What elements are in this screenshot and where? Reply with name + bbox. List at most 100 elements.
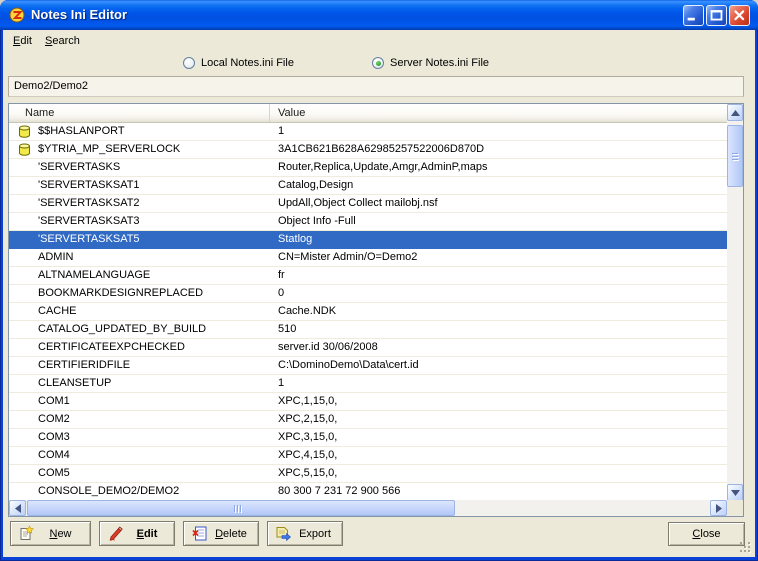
row-value-text: Cache.NDK — [270, 303, 727, 320]
table-row[interactable]: 'SERVERTASKSAT1 Catalog,Design — [9, 177, 727, 195]
column-header-name[interactable]: Name — [9, 104, 270, 122]
scroll-right-arrow-icon[interactable] — [710, 500, 727, 516]
export-button[interactable]: Export — [267, 521, 343, 546]
edit-button-label: Edit — [124, 528, 174, 540]
radio-server-notes-ini[interactable]: Server Notes.ini File — [372, 56, 489, 70]
table-row[interactable]: 'SERVERTASKSAT3 Object Info -Full — [9, 213, 727, 231]
row-value-text: 510 — [270, 321, 727, 338]
row-value-text: XPC,2,15,0, — [270, 411, 727, 428]
row-name-cell: COM2 — [9, 411, 270, 428]
row-name-cell: BOOKMARKDESIGNREPLACED — [9, 285, 270, 302]
column-header-value[interactable]: Value — [270, 104, 727, 122]
table-row[interactable]: 'SERVERTASKSAT5 Statlog — [9, 231, 727, 249]
row-name-text: 'SERVERTASKSAT5 — [38, 233, 140, 245]
row-name-text: CERTIFICATEEXPCHECKED — [38, 341, 185, 353]
ini-settings-list: Name Value $$HASLANPORT 1 $YTRIA_MP_SERV… — [8, 103, 744, 517]
table-row[interactable]: CONSOLE_DEMO2/DEMO2 80 300 7 231 72 900 … — [9, 483, 727, 501]
export-button-label: Export — [292, 528, 342, 540]
close-window-button[interactable] — [729, 5, 750, 26]
row-value-text: 80 300 7 231 72 900 566 — [270, 483, 727, 500]
titlebar[interactable]: Notes Ini Editor — [0, 0, 758, 30]
notes-ini-editor-window: Notes Ini Editor Edit Search Local Notes… — [0, 0, 758, 561]
row-name-text: 'SERVERTASKS — [38, 161, 120, 173]
row-value-text: CN=Mister Admin/O=Demo2 — [270, 249, 727, 266]
menu-edit[interactable]: Edit — [10, 34, 35, 50]
row-name-cell: COM3 — [9, 429, 270, 446]
row-name-cell: COM5 — [9, 465, 270, 482]
resize-grip[interactable] — [740, 542, 752, 554]
table-row[interactable]: CATALOG_UPDATED_BY_BUILD 510 — [9, 321, 727, 339]
row-name-text: 'SERVERTASKSAT1 — [38, 179, 140, 191]
row-name-text: 'SERVERTASKSAT2 — [38, 197, 140, 209]
vertical-scroll-thumb[interactable] — [727, 125, 743, 187]
row-name-text: CACHE — [38, 305, 77, 317]
close-button[interactable]: Close — [668, 522, 745, 546]
row-name-cell: ADMIN — [9, 249, 270, 266]
row-name-text: COM4 — [38, 449, 70, 461]
row-name-cell: 'SERVERTASKS — [9, 159, 270, 176]
scroll-left-arrow-icon[interactable] — [9, 500, 26, 516]
row-name-text: CONSOLE_DEMO2/DEMO2 — [38, 485, 179, 497]
edit-button[interactable]: Edit — [99, 521, 175, 546]
app-icon — [9, 7, 25, 23]
row-value-text: 1 — [270, 123, 727, 140]
delete-button-label: Delete — [208, 528, 258, 540]
table-row[interactable]: ALTNAMELANGUAGE fr — [9, 267, 727, 285]
delete-button[interactable]: Delete — [183, 521, 259, 546]
minimize-button[interactable] — [683, 5, 704, 26]
radio-local-notes-ini[interactable]: Local Notes.ini File — [183, 56, 294, 70]
row-name-cell: 'SERVERTASKSAT3 — [9, 213, 270, 230]
row-value-text: Catalog,Design — [270, 177, 727, 194]
database-icon — [17, 143, 32, 156]
menu-search[interactable]: Search — [42, 34, 83, 50]
row-name-text: ADMIN — [38, 251, 73, 263]
table-row[interactable]: $YTRIA_MP_SERVERLOCK 3A1CB621B628A629852… — [9, 141, 727, 159]
table-row[interactable]: ADMIN CN=Mister Admin/O=Demo2 — [9, 249, 727, 267]
row-name-cell: $$HASLANPORT — [9, 123, 270, 140]
table-row[interactable]: BOOKMARKDESIGNREPLACED 0 — [9, 285, 727, 303]
row-name-cell: ALTNAMELANGUAGE — [9, 267, 270, 284]
table-row[interactable]: 'SERVERTASKS Router,Replica,Update,Amgr,… — [9, 159, 727, 177]
scroll-down-arrow-icon[interactable] — [727, 484, 743, 501]
horizontal-scrollbar[interactable] — [9, 500, 727, 516]
row-value-text: C:\DominoDemo\Data\cert.id — [270, 357, 727, 374]
row-name-cell: CERTIFIERIDFILE — [9, 357, 270, 374]
table-row[interactable]: CERTIFICATEEXPCHECKED server.id 30/06/20… — [9, 339, 727, 357]
row-name-text: $$HASLANPORT — [38, 125, 125, 137]
row-value-text: XPC,3,15,0, — [270, 429, 727, 446]
row-value-text: XPC,4,15,0, — [270, 447, 727, 464]
vertical-scrollbar[interactable] — [727, 104, 743, 501]
window-title: Notes Ini Editor — [31, 7, 127, 22]
row-name-cell: CLEANSETUP — [9, 375, 270, 392]
database-icon — [17, 125, 32, 138]
table-row[interactable]: COM5 XPC,5,15,0, — [9, 465, 727, 483]
row-value-text: server.id 30/06/2008 — [270, 339, 727, 356]
new-button[interactable]: New — [10, 521, 91, 546]
delete-note-icon — [191, 525, 208, 542]
table-row[interactable]: COM3 XPC,3,15,0, — [9, 429, 727, 447]
table-row[interactable]: COM1 XPC,1,15,0, — [9, 393, 727, 411]
table-row[interactable]: COM2 XPC,2,15,0, — [9, 411, 727, 429]
row-name-cell: COM4 — [9, 447, 270, 464]
red-pen-icon — [107, 525, 124, 542]
table-row[interactable]: $$HASLANPORT 1 — [9, 123, 727, 141]
table-row[interactable]: CERTIFIERIDFILE C:\DominoDemo\Data\cert.… — [9, 357, 727, 375]
row-value-text: XPC,1,15,0, — [270, 393, 727, 410]
row-name-text: COM5 — [38, 467, 70, 479]
horizontal-scroll-thumb[interactable] — [27, 500, 455, 516]
row-name-cell: 'SERVERTASKSAT1 — [9, 177, 270, 194]
row-name-text: COM1 — [38, 395, 70, 407]
row-value-text: Router,Replica,Update,Amgr,AdminP,maps — [270, 159, 727, 176]
table-row[interactable]: COM4 XPC,4,15,0, — [9, 447, 727, 465]
table-row[interactable]: CACHE Cache.NDK — [9, 303, 727, 321]
table-row[interactable]: 'SERVERTASKSAT2 UpdAll,Object Collect ma… — [9, 195, 727, 213]
row-value-text: UpdAll,Object Collect mailobj.nsf — [270, 195, 727, 212]
table-row[interactable]: CLEANSETUP 1 — [9, 375, 727, 393]
row-name-cell: 'SERVERTASKSAT5 — [9, 231, 270, 248]
row-name-text: ALTNAMELANGUAGE — [38, 269, 150, 281]
row-name-text: CERTIFIERIDFILE — [38, 359, 130, 371]
new-document-icon — [18, 525, 35, 542]
scrollbar-corner — [727, 500, 743, 516]
maximize-button[interactable] — [706, 5, 727, 26]
scroll-up-arrow-icon[interactable] — [727, 104, 743, 121]
